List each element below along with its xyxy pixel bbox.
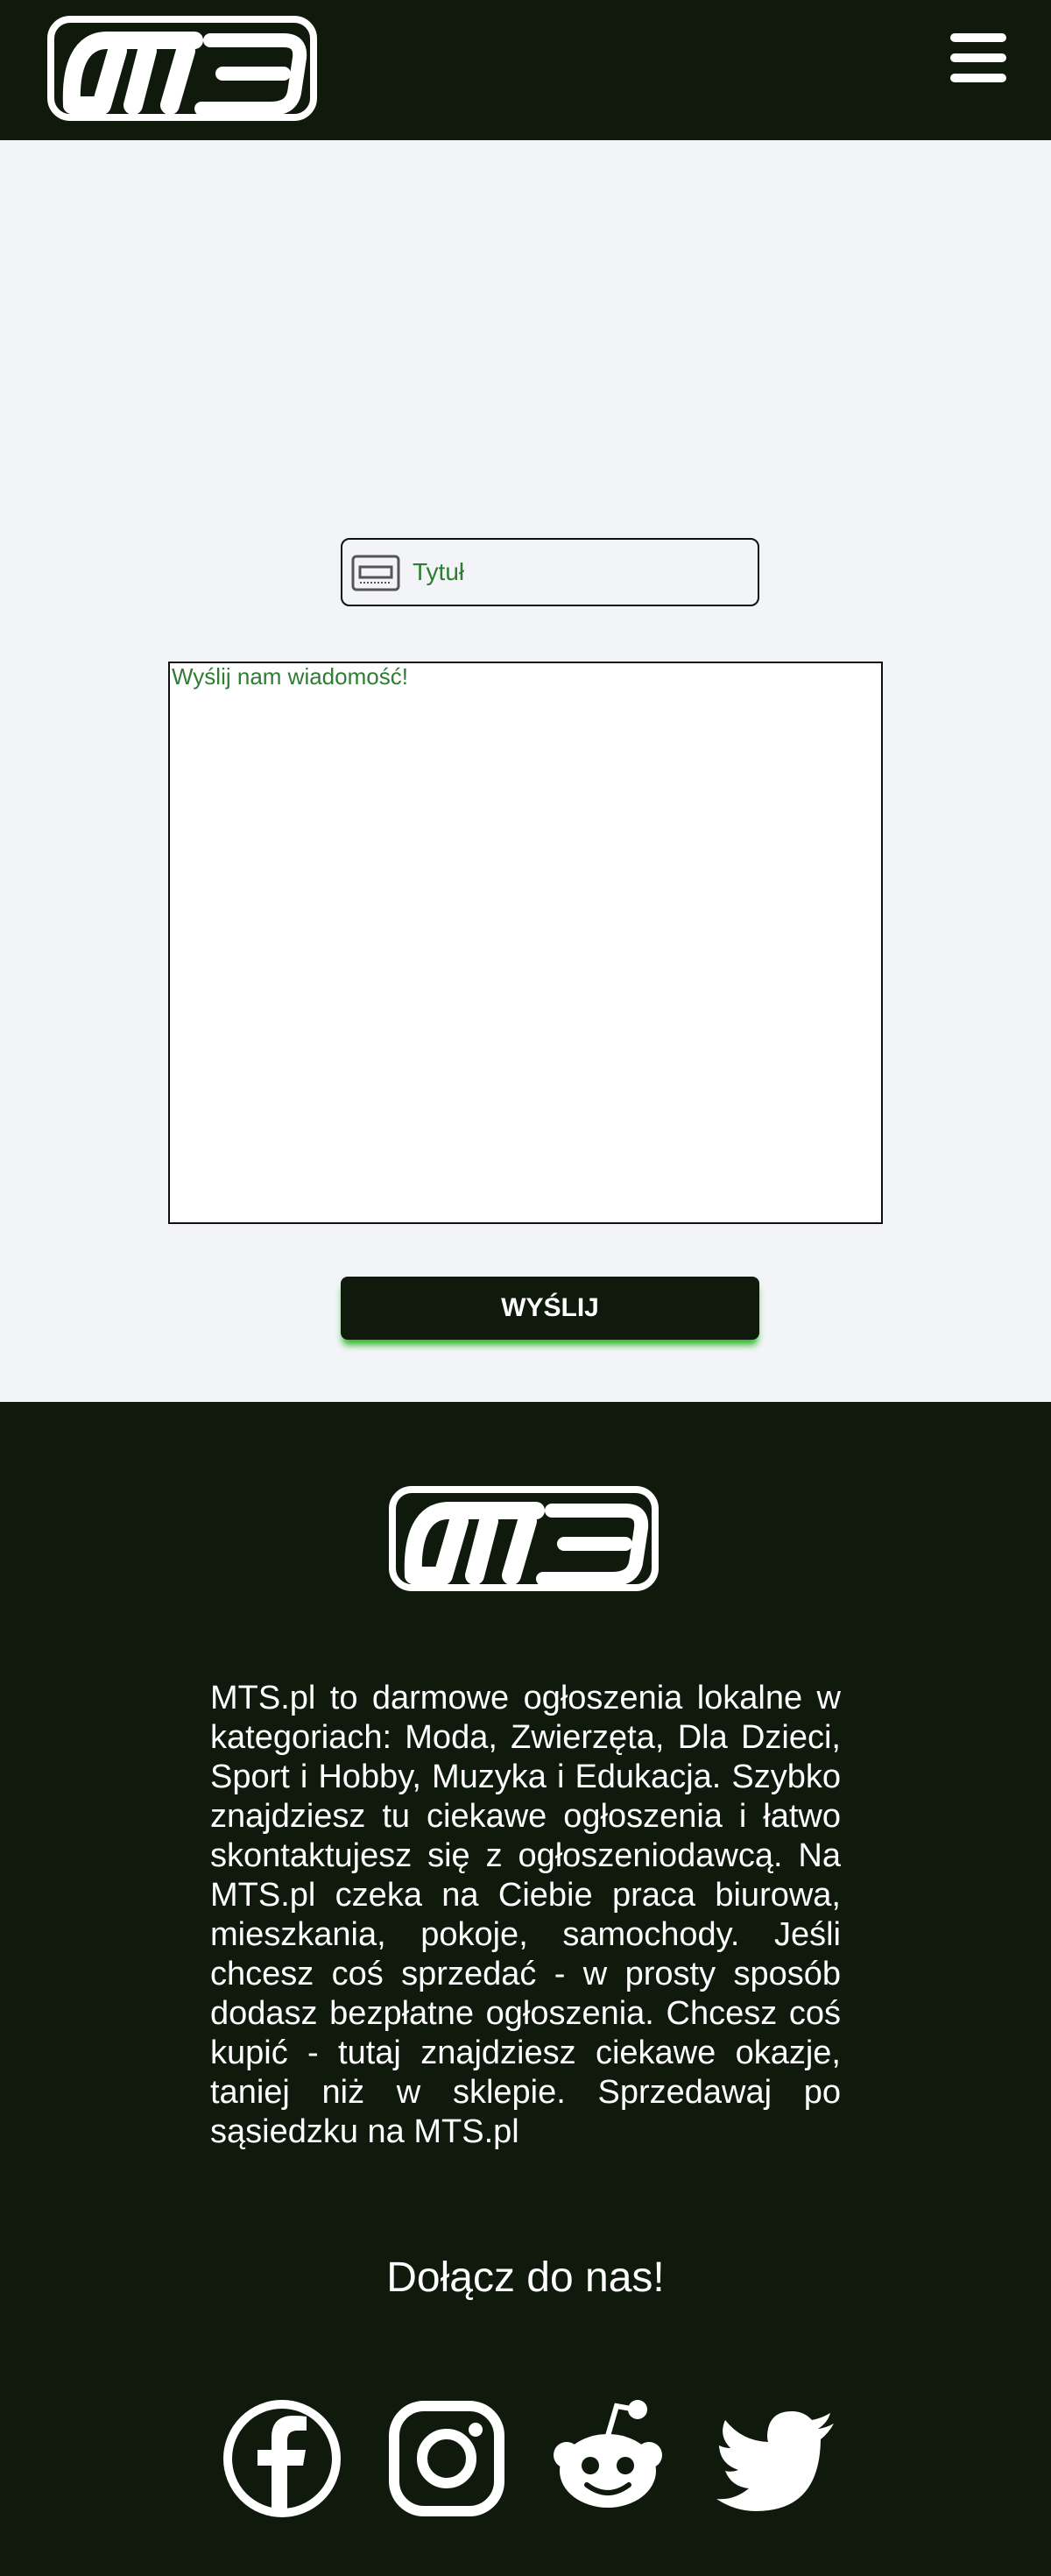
facebook-icon[interactable] <box>221 2397 343 2520</box>
hamburger-menu-icon[interactable] <box>950 33 1006 82</box>
reddit-icon[interactable] <box>547 2397 669 2520</box>
contact-section: WYŚLIJ <box>0 140 1051 1402</box>
message-textarea[interactable] <box>168 662 883 1224</box>
logo-text[interactable] <box>47 16 317 121</box>
title-input[interactable] <box>413 548 745 596</box>
top-navbar <box>0 0 1051 140</box>
twitter-icon[interactable] <box>715 2397 837 2520</box>
title-field[interactable] <box>341 538 759 606</box>
card-icon <box>351 555 400 591</box>
join-heading: Dołącz do nas! <box>386 2254 665 2301</box>
send-button[interactable]: WYŚLIJ <box>341 1277 759 1340</box>
footer: MTS.pl to darmowe ogłoszenia lokalne w k… <box>0 1402 1051 2576</box>
about-text: MTS.pl to darmowe ogłoszenia lokalne w k… <box>210 1680 841 2150</box>
instagram-icon[interactable] <box>385 2397 508 2520</box>
footer-logo[interactable] <box>389 1486 659 1591</box>
